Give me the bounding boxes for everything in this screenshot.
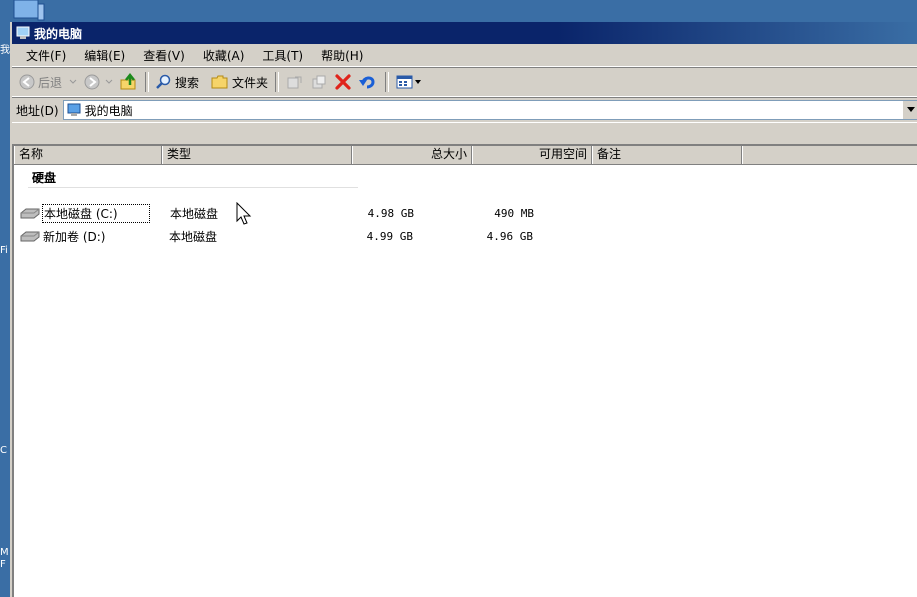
- column-headers: 名称 类型 总大小 可用空间 备注: [14, 146, 917, 165]
- drive-free-space: 490 MB: [494, 206, 534, 220]
- forward-arrow-icon: [84, 74, 100, 90]
- menu-view[interactable]: 查看(V): [135, 47, 195, 64]
- window-title: 我的电脑: [34, 26, 83, 41]
- column-header-filler: [742, 146, 917, 164]
- folders-label: 文件夹: [232, 75, 269, 90]
- column-header-type[interactable]: 类型: [162, 146, 352, 164]
- drive-name[interactable]: 本地磁盘 (C:): [42, 203, 150, 223]
- delete-button[interactable]: [331, 71, 355, 93]
- folder-icon: [211, 75, 228, 89]
- desktop-fragment-text: M: [0, 547, 9, 558]
- explorer-window: 我的电脑 文件(F) 编辑(E) 查看(V) 收藏(A) 工具(T) 帮助(H)…: [10, 22, 917, 597]
- desktop-fragment-text: F: [0, 559, 6, 570]
- my-computer-icon: [67, 103, 81, 116]
- desktop-fragment-text: Fi: [0, 245, 8, 256]
- menu-favorites[interactable]: 收藏(A): [195, 47, 255, 64]
- copy-to-icon: [312, 75, 326, 89]
- up-folder-button[interactable]: [117, 71, 141, 93]
- toolbar: 后退 搜索 文件夹: [12, 67, 917, 97]
- back-label: 后退: [38, 75, 63, 90]
- toolbar-separator: [145, 72, 150, 92]
- delete-x-icon: [335, 74, 351, 90]
- back-arrow-icon: [19, 74, 35, 90]
- drive-total-size: 4.98 GB: [367, 206, 414, 220]
- column-header-name[interactable]: 名称: [14, 146, 162, 164]
- drive-name[interactable]: 新加卷 (D:): [42, 228, 149, 245]
- toolbar-separator: [275, 72, 280, 92]
- menu-help[interactable]: 帮助(H): [313, 47, 373, 64]
- move-to-icon: [287, 76, 302, 89]
- back-button[interactable]: 后退: [16, 71, 81, 93]
- chevron-down-icon: [105, 79, 113, 84]
- views-button[interactable]: [393, 71, 425, 93]
- menu-tools[interactable]: 工具(T): [254, 47, 313, 64]
- group-header-hard-disks: 硬盘: [32, 171, 57, 185]
- column-header-free-space[interactable]: 可用空间: [472, 146, 592, 164]
- copy-to-button[interactable]: [307, 71, 331, 93]
- list-item[interactable]: 本地磁盘 (C:) 本地磁盘 4.98 GB 490 MB: [20, 203, 534, 223]
- search-icon: [156, 74, 171, 89]
- drive-free-space: 4.96 GB: [486, 229, 533, 243]
- forward-button[interactable]: [81, 71, 117, 93]
- undo-icon: [359, 76, 375, 89]
- folders-button[interactable]: 文件夹: [208, 71, 271, 93]
- menu-bar: 文件(F) 编辑(E) 查看(V) 收藏(A) 工具(T) 帮助(H): [12, 44, 917, 67]
- desktop-fragment-text: C: [0, 445, 7, 456]
- address-label: 地址(D): [16, 103, 59, 118]
- menu-edit[interactable]: 编辑(E): [76, 47, 135, 64]
- address-dropdown-button[interactable]: [902, 101, 917, 119]
- views-grid-icon: [396, 75, 413, 89]
- drive-total-size: 4.99 GB: [366, 229, 413, 243]
- chevron-down-icon: [415, 80, 422, 84]
- chevron-down-icon: [907, 107, 915, 112]
- title-bar[interactable]: 我的电脑: [12, 22, 917, 44]
- drive-type: 本地磁盘: [169, 229, 218, 244]
- undo-button[interactable]: [355, 71, 381, 93]
- list-item[interactable]: 新加卷 (D:) 本地磁盘 4.99 GB 4.96 GB: [20, 227, 533, 245]
- hard-drive-icon: [20, 231, 40, 242]
- address-input[interactable]: 我的电脑: [62, 100, 917, 120]
- file-list-view[interactable]: 名称 类型 总大小 可用空间 备注 硬盘 本地磁盘 (C:) 本地磁盘 4.98…: [12, 144, 917, 597]
- hard-drive-icon: [20, 208, 40, 219]
- desktop-computer-icon[interactable]: [10, 0, 46, 22]
- toolbar-separator: [385, 72, 390, 92]
- mouse-cursor-icon: [236, 202, 252, 225]
- chevron-down-icon: [69, 79, 77, 84]
- desktop-fragment-text: 我: [0, 45, 10, 56]
- my-computer-icon: [16, 26, 30, 39]
- address-bar: 地址(D) 我的电脑: [12, 97, 917, 123]
- column-header-comment[interactable]: 备注: [592, 146, 742, 164]
- up-folder-icon: [120, 73, 136, 90]
- move-to-button[interactable]: [283, 71, 307, 93]
- menu-file[interactable]: 文件(F): [18, 47, 76, 64]
- search-button[interactable]: 搜索: [153, 71, 202, 93]
- address-value: 我的电脑: [84, 103, 133, 118]
- column-header-total-size[interactable]: 总大小: [352, 146, 472, 164]
- group-divider: [28, 187, 358, 188]
- search-label: 搜索: [175, 75, 200, 90]
